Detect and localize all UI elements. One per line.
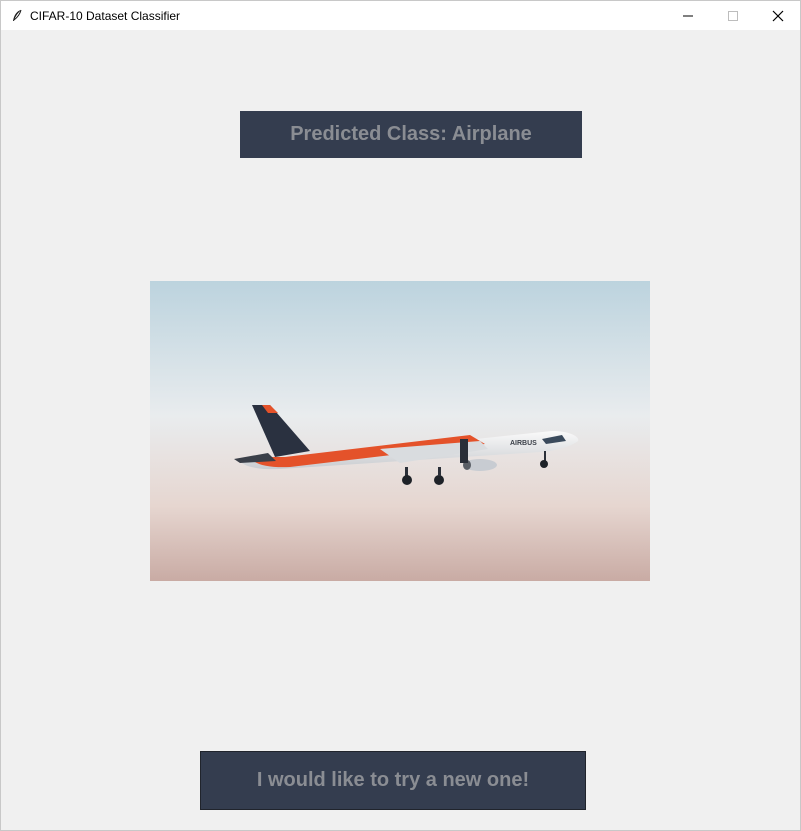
close-icon	[772, 10, 783, 21]
app-window: CIFAR-10 Dataset Classifier Predicted Cl…	[0, 0, 801, 831]
main-content: Predicted Class: Airplane AIRBUS I would…	[1, 30, 800, 830]
minimize-button[interactable]	[665, 1, 710, 30]
window-title: CIFAR-10 Dataset Classifier	[30, 8, 181, 23]
close-button[interactable]	[755, 1, 800, 30]
airbus-livery-text: AIRBUS	[510, 440, 537, 447]
maximize-button[interactable]	[710, 1, 755, 30]
airplane-image: AIRBUS	[150, 281, 650, 581]
try-new-image-button[interactable]: I would like to try a new one!	[200, 751, 586, 810]
classified-image: AIRBUS	[150, 281, 650, 581]
maximize-icon	[727, 10, 738, 21]
prediction-label: Predicted Class: Airplane	[240, 111, 582, 158]
title-bar: CIFAR-10 Dataset Classifier	[1, 1, 800, 30]
feather-icon	[9, 8, 25, 24]
window-controls	[665, 1, 800, 30]
minimize-icon	[682, 15, 693, 16]
